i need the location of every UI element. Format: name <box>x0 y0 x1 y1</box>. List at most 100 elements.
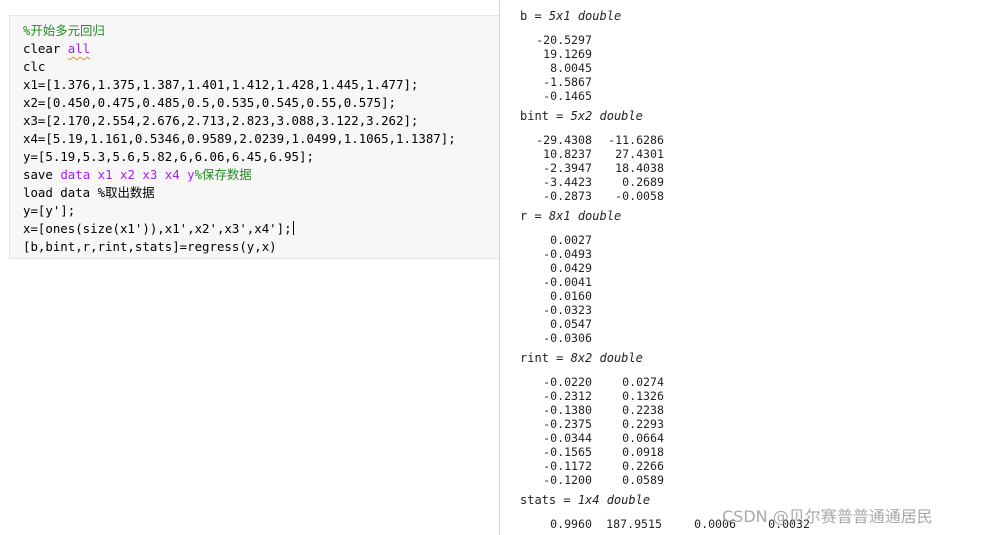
code-line-8[interactable]: y=[5.19,5.3,5.6,5.82,6,6.06,6.45,6.95]; <box>23 148 314 166</box>
matrix-cell: 0.0547 <box>550 317 592 331</box>
var-dims: 5x2 double <box>570 109 643 123</box>
comment-token: %开始多元回归 <box>23 23 105 38</box>
matrix-row: -20.5297 <box>500 33 980 47</box>
matrix-row: -0.2312 0.1326 <box>500 389 980 403</box>
matrix-row: 0.0027 <box>500 233 980 247</box>
matrix-cell: 0.2238 <box>622 403 664 417</box>
matrix-cell: 19.1269 <box>543 47 592 61</box>
matrix-row: 0.0547 <box>500 317 980 331</box>
comment-token: %保存数据 <box>194 167 252 182</box>
code-token: x=[ones(size(x1')),x1',x2',x3',x4']; <box>23 221 292 236</box>
matrix-cell: 0.0274 <box>622 375 664 389</box>
matrix-row: 19.1269 <box>500 47 980 61</box>
matrix-cell: 0.0160 <box>550 289 592 303</box>
matrix-cell: 27.4301 <box>615 147 664 161</box>
matrix-row: 0.0429 <box>500 261 980 275</box>
matrix-row: -0.1172 0.2266 <box>500 459 980 473</box>
matrix-cell: 0.0429 <box>550 261 592 275</box>
matrix-cell: 0.0918 <box>622 445 664 459</box>
matrix-row: -0.0306 <box>500 331 980 345</box>
csdn-watermark: CSDN @贝尔赛普普通通居民 <box>722 507 933 526</box>
matrix-cell: 0.2293 <box>622 417 664 431</box>
matrix-cell: -11.6286 <box>608 133 664 147</box>
matrix-cell: 187.9515 <box>606 517 662 531</box>
var-header-bint: bint = 5x2 double <box>520 108 643 124</box>
matrix-row: -1.5867 <box>500 75 980 89</box>
matrix-cell: -0.1465 <box>543 89 592 103</box>
code-line-5[interactable]: x2=[0.450,0.475,0.485,0.5,0.535,0.545,0.… <box>23 94 396 112</box>
var-name: stats <box>520 493 557 507</box>
code-token: load data <box>23 185 98 200</box>
equals-sign: = <box>527 209 549 223</box>
matrix-cell: -20.5297 <box>536 33 592 47</box>
matrix-cell: -3.4423 <box>543 175 592 189</box>
matrix-cell: -0.1380 <box>543 403 592 417</box>
code-line-2[interactable]: clear all <box>23 40 90 58</box>
matrix-cell: -0.0041 <box>543 275 592 289</box>
var-dims: 8x2 double <box>570 351 643 365</box>
code-line-11[interactable]: y=[y']; <box>23 202 75 220</box>
matrix-cell: -0.0344 <box>543 431 592 445</box>
output-pane[interactable]: b = 5x1 double -20.5297 19.1269 8.0045 -1.5… <box>500 0 988 535</box>
matrix-cell: -0.0306 <box>543 331 592 345</box>
matrix-cell: 0.0589 <box>622 473 664 487</box>
matrix-cell: -0.0220 <box>543 375 592 389</box>
var-header-rint: rint = 8x2 double <box>520 350 643 366</box>
matrix-cell: 0.0027 <box>550 233 592 247</box>
matrix-cell: -0.1565 <box>543 445 592 459</box>
code-line-3[interactable]: clc <box>23 58 45 76</box>
matrix-cell: -0.1200 <box>543 473 592 487</box>
matrix-cell: -0.2312 <box>543 389 592 403</box>
matrix-row: -0.1200 0.0589 <box>500 473 980 487</box>
matrix-cell: -2.3947 <box>543 161 592 175</box>
code-editor[interactable]: %开始多元回归 clear all clc x1=[1.376,1.375,1.… <box>9 15 499 259</box>
matrix-cell: 0.0664 <box>622 431 664 445</box>
code-line-1[interactable]: %开始多元回归 <box>23 22 105 40</box>
matrix-cell: -1.5867 <box>543 75 592 89</box>
code-line-4[interactable]: x1=[1.376,1.375,1.387,1.401,1.412,1.428,… <box>23 76 418 94</box>
matrix-cell: 8.0045 <box>550 61 592 75</box>
matrix-row: 10.8237 27.4301 <box>500 147 980 161</box>
matrix-cell: 0.2689 <box>622 175 664 189</box>
matrix-row: -0.2873 -0.0058 <box>500 189 980 203</box>
code-line-10[interactable]: load data %取出数据 <box>23 184 155 202</box>
matrix-row: -0.0344 0.0664 <box>500 431 980 445</box>
matrix-row: -0.2375 0.2293 <box>500 417 980 431</box>
code-line-6[interactable]: x3=[2.170,2.554,2.676,2.713,2.823,3.088,… <box>23 112 418 130</box>
argument-token: all <box>67 41 91 56</box>
comment-token: %取出数据 <box>97 185 155 200</box>
matrix-cell: -0.2375 <box>543 417 592 431</box>
matrix-row: 8.0045 <box>500 61 980 75</box>
var-header-r: r = 8x1 double <box>520 208 621 224</box>
matrix-row: -0.0220 0.0274 <box>500 375 980 389</box>
var-header-b: b = 5x1 double <box>520 8 621 24</box>
matrix-cell: 0.1326 <box>622 389 664 403</box>
matrix-row: -2.3947 18.4038 <box>500 161 980 175</box>
var-header-stats: stats = 1x4 double <box>520 492 650 508</box>
matrix-cell: -29.4308 <box>536 133 592 147</box>
matrix-cell: 10.8237 <box>543 147 592 161</box>
matrix-cell: 0.2266 <box>622 459 664 473</box>
equals-sign: = <box>548 351 571 365</box>
matrix-row: -29.4308 -11.6286 <box>500 133 980 147</box>
var-name: rint <box>520 351 549 365</box>
matrix-cell: -0.2873 <box>543 189 592 203</box>
argument-token: data x1 x2 x3 x4 y <box>60 167 195 182</box>
editor-background <box>0 259 499 535</box>
keyword-token: clear <box>23 41 68 56</box>
matrix-row: -0.0493 <box>500 247 980 261</box>
matrix-cell: 18.4038 <box>615 161 664 175</box>
matrix-cell: -0.0493 <box>543 247 592 261</box>
code-line-9[interactable]: save data x1 x2 x3 x4 y%保存数据 <box>23 166 252 184</box>
matrix-row: -0.0041 <box>500 275 980 289</box>
matrix-row: 0.0160 <box>500 289 980 303</box>
equals-sign: = <box>527 9 549 23</box>
matrix-cell: -0.0323 <box>543 303 592 317</box>
matrix-cell: -0.0058 <box>615 189 664 203</box>
code-line-12[interactable]: x=[ones(size(x1')),x1',x2',x3',x4']; <box>23 220 294 238</box>
keyword-token: save <box>23 167 61 182</box>
code-line-13[interactable]: [b,bint,r,rint,stats]=regress(y,x) <box>23 238 277 256</box>
matrix-cell: -0.1172 <box>543 459 592 473</box>
var-dims: 5x1 double <box>548 9 622 23</box>
code-line-7[interactable]: x4=[5.19,1.161,0.5346,0.9589,2.0239,1.04… <box>23 130 456 148</box>
